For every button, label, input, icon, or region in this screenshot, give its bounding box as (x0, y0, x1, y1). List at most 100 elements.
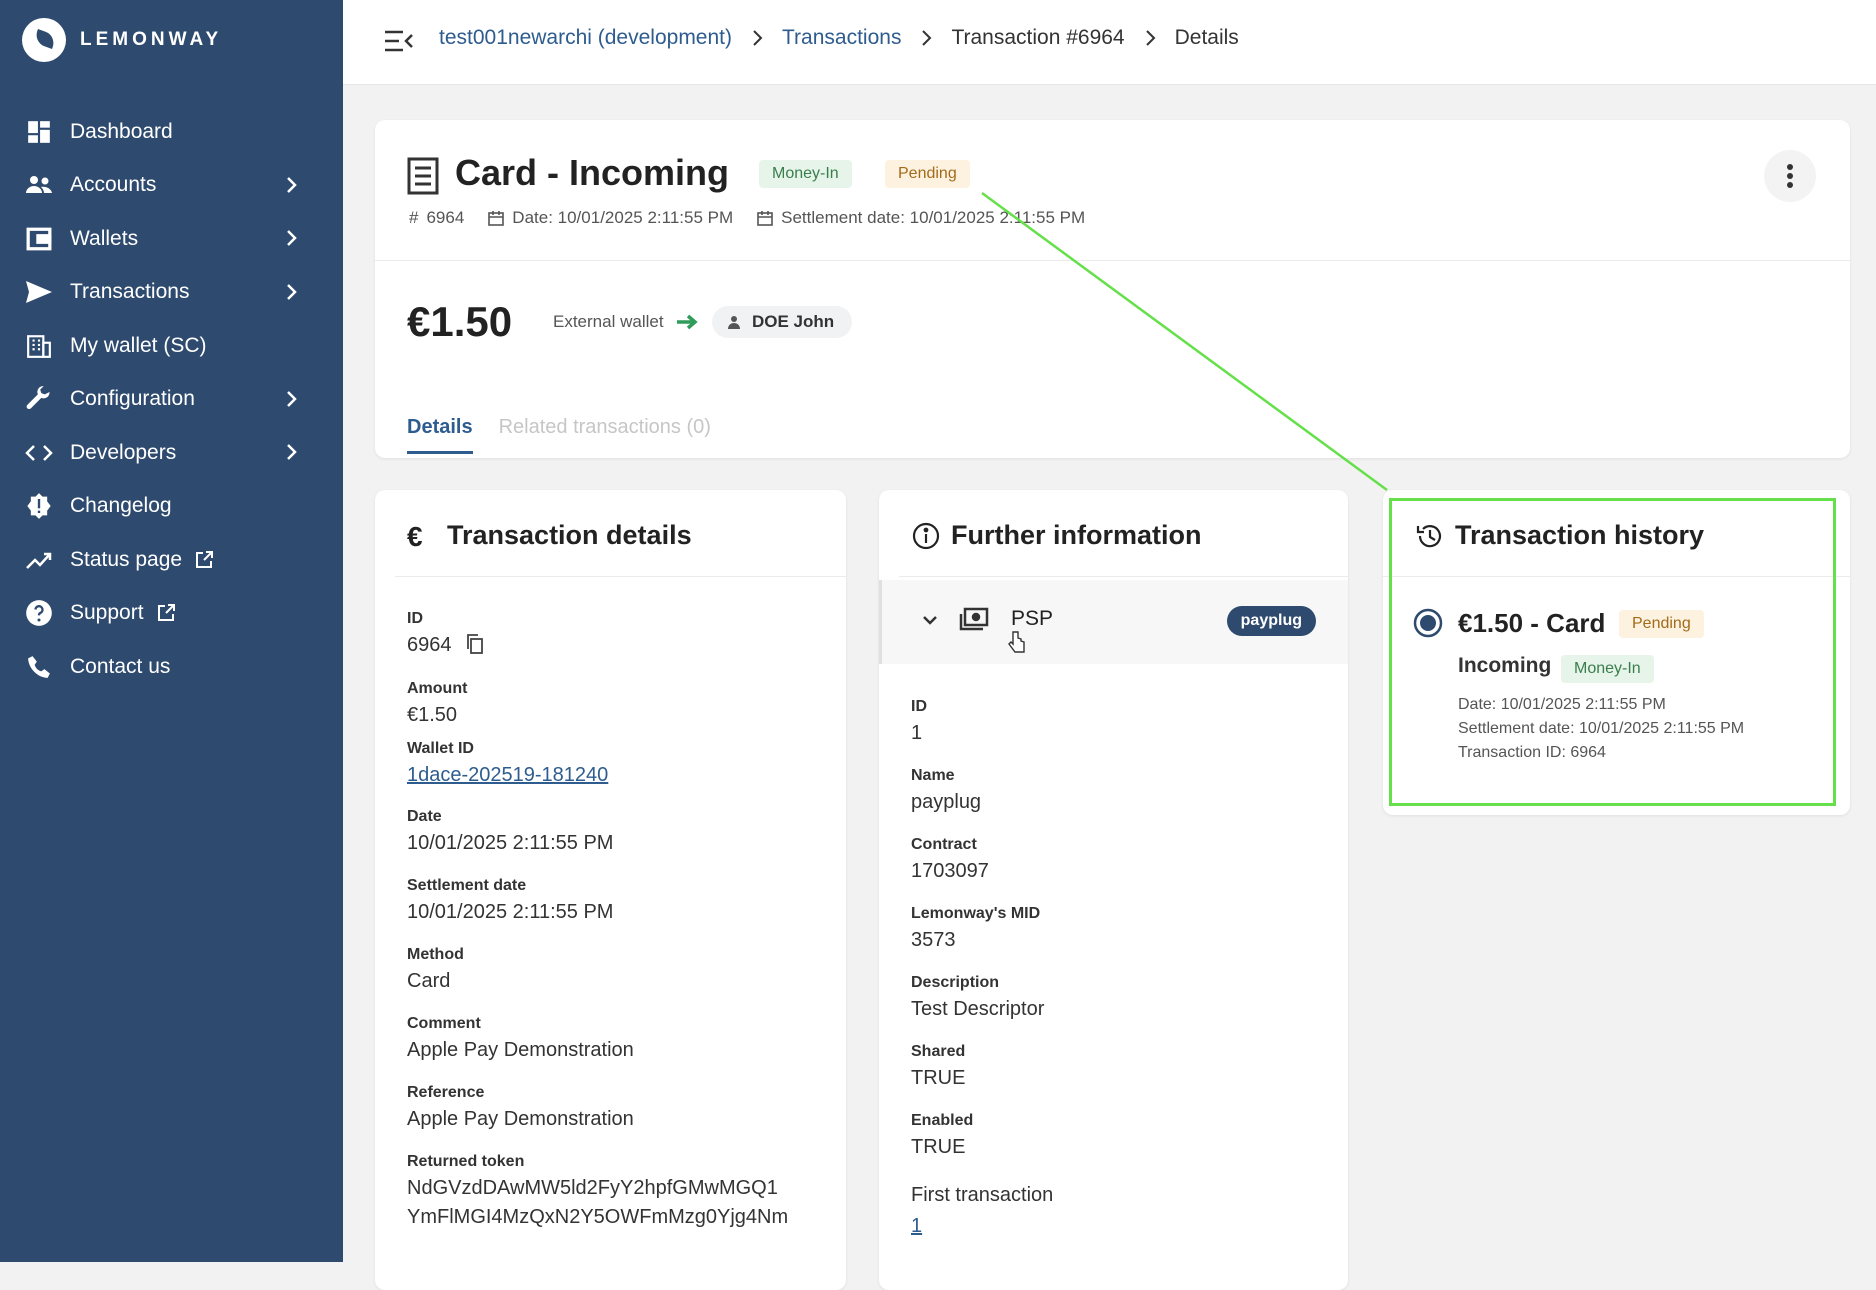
field-returned-token: Returned token NdGVzdDAwMW5ld2FyY2hpfGMw… (407, 1153, 788, 1229)
code-icon (24, 438, 54, 468)
header-meta: #6964 Date: 10/01/2025 2:11:55 PM Settle… (409, 208, 1109, 228)
breadcrumb-item-details: Details (1174, 26, 1239, 49)
badge-alert-icon (24, 491, 54, 521)
field-first-transaction: First transaction 1 (911, 1184, 1053, 1238)
field-label: Reference (407, 1084, 485, 1101)
meta-id: #6964 (409, 208, 464, 228)
breadcrumb-item-transactions[interactable]: Transactions (782, 26, 901, 50)
field-mid: Lemonway's MID 3573 (911, 905, 1040, 952)
chevron-right-icon (922, 30, 932, 46)
field-label: ID (407, 610, 423, 627)
sidebar-item-developers[interactable]: Developers (0, 426, 343, 480)
chevron-down-icon[interactable] (920, 610, 940, 630)
chevron-right-icon (287, 444, 297, 460)
breadcrumb-item-account[interactable]: test001newarchi (development) (439, 26, 732, 50)
sidebar-item-status-page[interactable]: Status page (0, 533, 343, 587)
chevron-right-icon (287, 390, 297, 407)
building-icon (24, 331, 54, 361)
sidebar-item-accounts[interactable]: Accounts (0, 159, 343, 213)
panel-title-text: Further information (951, 520, 1202, 550)
hand-cursor-icon (1008, 631, 1025, 653)
sidebar-item-support[interactable]: Support (0, 587, 343, 641)
further-information-panel: Further information PSP payplug ID 1 Nam… (879, 490, 1348, 1290)
sidebar-item-label: Status page (70, 547, 183, 571)
field-label: Shared (911, 1043, 966, 1060)
transaction-amount: €1.50 (407, 298, 513, 345)
field-value: 10/01/2025 2:11:55 PM (407, 901, 614, 923)
chevron-right-icon (753, 30, 763, 46)
field-value: 6964 (407, 634, 452, 656)
source-wallet: External wallet (553, 312, 664, 331)
sidebar-item-label: Dashboard (70, 119, 173, 143)
field-label: Returned token (407, 1153, 525, 1170)
highlight-frame (1389, 498, 1836, 806)
tab-related-transactions: Related transactions (0) (498, 416, 711, 438)
field-label: Contract (911, 836, 977, 853)
field-enabled: Enabled TRUE (911, 1112, 973, 1159)
sidebar-item-dashboard[interactable]: Dashboard (0, 105, 343, 159)
field-description: Description Test Descriptor (911, 974, 1044, 1021)
chevron-right-icon (287, 283, 297, 300)
sidebar-item-label: Contact us (70, 654, 171, 678)
field-value-row: 6964 (407, 634, 484, 657)
sidebar-item-contact[interactable]: Contact us (0, 640, 343, 694)
wallet-icon (24, 224, 54, 254)
logo-mark-icon (22, 18, 66, 62)
chevron-right-icon (287, 230, 297, 246)
document-icon (407, 157, 439, 195)
breadcrumb-item-transaction[interactable]: Transaction #6964 (951, 26, 1124, 50)
divider (899, 576, 1348, 577)
status-badge: Pending (885, 160, 970, 188)
tab-details[interactable]: Details (407, 416, 473, 454)
field-value-continued: YmFlMGI4MzQxN2Y5OWFmMzg0Yjg4Nm (407, 1206, 789, 1228)
field-label: Settlement date (407, 877, 527, 894)
field-label: Lemonway's MID (911, 905, 1041, 922)
meta-settlement: Settlement date: 10/01/2025 2:11:55 PM (757, 208, 1085, 228)
field-label: ID (911, 698, 927, 715)
arrow-right-icon (677, 314, 698, 330)
page-title: Card - Incoming (455, 152, 730, 193)
send-icon (24, 277, 54, 307)
sidebar-item-label: Support (70, 601, 144, 625)
wallet-id-link[interactable]: 1dace-202519-181240 (407, 764, 608, 787)
top-bar: test001newarchi (development) Transactio… (343, 0, 1876, 85)
field-value: TRUE (911, 1136, 966, 1158)
sidebar-item-label: Accounts (70, 173, 157, 197)
sidebar-nav: Dashboard Accounts Wallets Transactions … (0, 105, 343, 694)
psp-accordion[interactable]: PSP payplug (879, 580, 1348, 664)
field-wallet-id: Wallet ID 1dace-202519-181240 (407, 740, 608, 787)
logo[interactable]: LEMONWAY (22, 18, 222, 62)
field-method: Method Card (407, 946, 464, 993)
field-label: Wallet ID (407, 740, 474, 757)
field-value: Card (407, 970, 451, 992)
sidebar: LEMONWAY Dashboard Accounts Wallets Tran… (0, 0, 343, 1262)
sidebar-item-changelog[interactable]: Changelog (0, 480, 343, 534)
chevron-right-icon (287, 176, 297, 193)
field-settlement-date: Settlement date 10/01/2025 2:11:55 PM (407, 877, 613, 924)
sidebar-item-my-wallet[interactable]: My wallet (SC) (0, 319, 343, 373)
sidebar-item-label: My wallet (SC) (70, 333, 207, 357)
external-link-icon (157, 604, 175, 622)
recipient-chip[interactable]: DOE John (712, 306, 853, 338)
sidebar-item-wallets[interactable]: Wallets (0, 212, 343, 266)
psp-label: PSP (1011, 607, 1054, 630)
field-value: 1703097 (911, 860, 989, 882)
field-label: First transaction (911, 1184, 1054, 1206)
field-value: €1.50 (407, 704, 458, 726)
external-link-icon (196, 550, 214, 568)
info-icon (912, 522, 940, 549)
meta-date-value: Date: 10/01/2025 2:11:55 PM (512, 208, 734, 227)
tabs: Details Related transactions (0) (407, 416, 737, 454)
calendar-icon (488, 211, 505, 226)
sidebar-item-configuration[interactable]: Configuration (0, 373, 343, 427)
more-options-button[interactable] (1764, 150, 1816, 202)
brand-name: LEMONWAY (80, 29, 223, 50)
sidebar-item-transactions[interactable]: Transactions (0, 266, 343, 320)
copy-icon[interactable] (466, 634, 484, 654)
first-transaction-link[interactable]: 1 (911, 1215, 1053, 1238)
menu-collapse-icon[interactable] (383, 26, 415, 56)
breadcrumb: test001newarchi (development) Transactio… (439, 26, 1239, 50)
field-value: payplug (911, 791, 982, 813)
hash-icon: # (409, 208, 419, 227)
field-amount: Amount €1.50 (407, 680, 467, 727)
